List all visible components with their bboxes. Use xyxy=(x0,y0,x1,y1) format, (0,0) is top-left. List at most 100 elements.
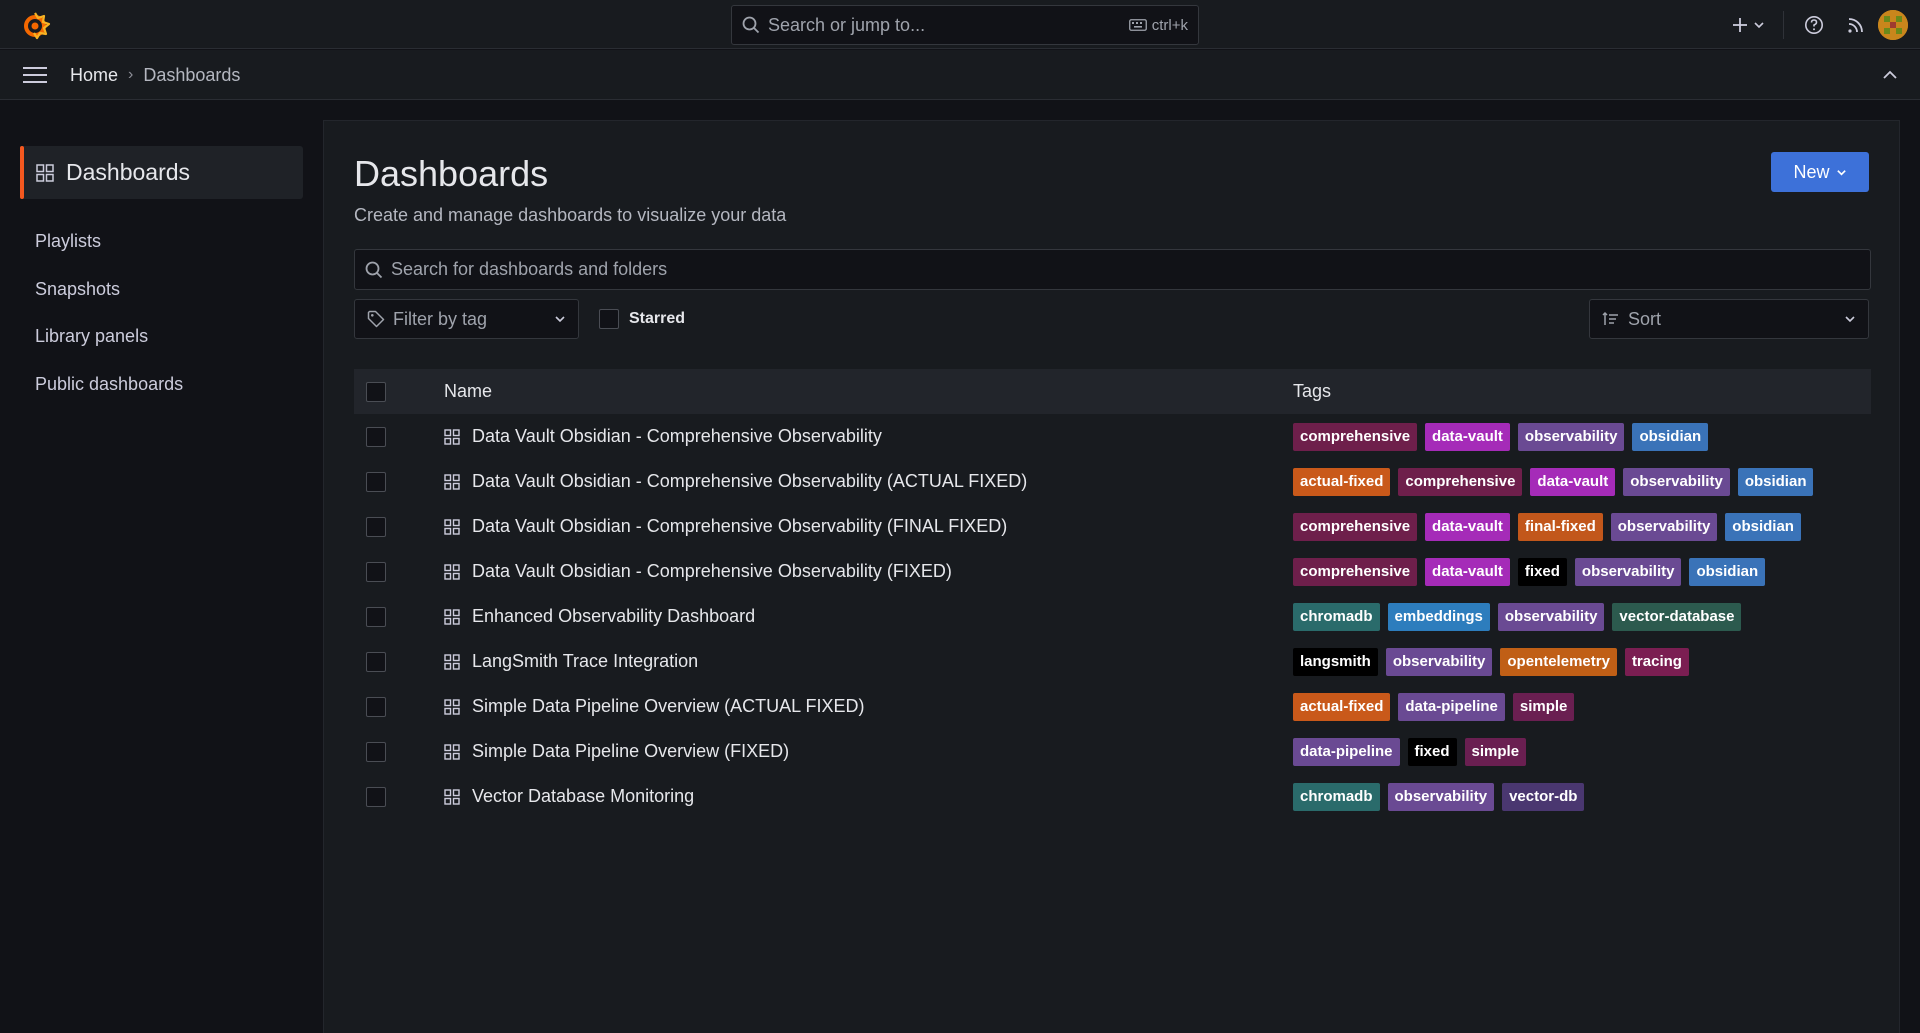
dashboard-link[interactable]: Data Vault Obsidian - Comprehensive Obse… xyxy=(472,414,882,459)
dashboard-grid-icon xyxy=(444,744,460,760)
row-checkbox[interactable] xyxy=(366,697,386,717)
news-feed-button[interactable] xyxy=(1834,0,1878,49)
tag-badge[interactable]: fixed xyxy=(1407,738,1457,766)
sidebar-item-library-panels[interactable]: Library panels xyxy=(35,326,148,347)
tag-badge[interactable]: observability xyxy=(1385,648,1493,676)
table-row[interactable]: Data Vault Obsidian - Comprehensive Obse… xyxy=(354,549,1871,594)
table-row[interactable]: LangSmith Trace Integration langsmith obse… xyxy=(354,639,1871,684)
table-row[interactable]: Simple Data Pipeline Overview (ACTUAL FI… xyxy=(354,684,1871,729)
dashboard-search-input[interactable]: Search for dashboards and folders xyxy=(354,249,1871,290)
dashboard-link[interactable]: Data Vault Obsidian - Comprehensive Obse… xyxy=(472,549,952,594)
sidebar-item-public-dashboards[interactable]: Public dashboards xyxy=(35,374,183,395)
tag-badge[interactable]: data-vault xyxy=(1425,513,1510,541)
tag-badge[interactable]: obsidian xyxy=(1737,468,1814,496)
row-checkbox[interactable] xyxy=(366,427,386,447)
table-row[interactable]: Data Vault Obsidian - Comprehensive Obse… xyxy=(354,504,1871,549)
row-checkbox[interactable] xyxy=(366,652,386,672)
user-avatar[interactable] xyxy=(1878,9,1908,40)
sort-select[interactable]: Sort xyxy=(1589,299,1869,339)
tag-badge[interactable]: simple xyxy=(1512,693,1575,721)
tag-badge[interactable]: observability xyxy=(1387,783,1495,811)
chevron-up-icon xyxy=(1883,70,1897,79)
tag-badge[interactable]: comprehensive xyxy=(1293,558,1418,586)
tag-badge[interactable]: observability xyxy=(1610,513,1718,541)
tag-badge[interactable]: observability xyxy=(1623,468,1730,496)
dashboard-link[interactable]: Data Vault Obsidian - Comprehensive Obse… xyxy=(472,459,1027,504)
help-button[interactable] xyxy=(1794,0,1834,49)
tag-badge[interactable]: actual-fixed xyxy=(1293,468,1391,496)
row-checkbox[interactable] xyxy=(366,742,386,762)
new-dashboard-button[interactable]: New xyxy=(1771,152,1869,192)
row-checkbox[interactable] xyxy=(366,607,386,627)
tag-list: data-pipeline fixed simple xyxy=(1293,738,1527,766)
starred-checkbox[interactable] xyxy=(599,309,619,329)
tag-badge[interactable]: data-vault xyxy=(1530,468,1616,496)
table-row[interactable]: Simple Data Pipeline Overview (FIXED) dat… xyxy=(354,729,1871,774)
tag-badge[interactable]: obsidian xyxy=(1725,513,1801,541)
row-checkbox[interactable] xyxy=(366,787,386,807)
dashboard-link[interactable]: LangSmith Trace Integration xyxy=(472,639,698,684)
add-new-button[interactable] xyxy=(1723,0,1773,49)
dashboard-grid-icon xyxy=(444,519,460,535)
sidebar-item-snapshots[interactable]: Snapshots xyxy=(35,279,120,300)
tag-badge[interactable]: fixed xyxy=(1517,558,1567,586)
tag-badge[interactable]: vector-database xyxy=(1612,603,1742,631)
tag-badge[interactable]: obsidian xyxy=(1632,423,1709,451)
tag-badge[interactable]: comprehensive xyxy=(1293,423,1418,451)
dashboard-grid-icon xyxy=(444,474,460,490)
tag-badge[interactable]: tracing xyxy=(1624,648,1689,676)
tag-badge[interactable]: obsidian xyxy=(1689,558,1766,586)
chevron-down-icon xyxy=(555,316,565,323)
dashboard-link[interactable]: Enhanced Observability Dashboard xyxy=(472,594,755,639)
tag-badge[interactable]: chromadb xyxy=(1293,603,1380,631)
dashboard-link[interactable]: Simple Data Pipeline Overview (FIXED) xyxy=(472,729,789,774)
dashboard-link[interactable]: Vector Database Monitoring xyxy=(472,774,694,819)
menu-toggle-button[interactable] xyxy=(22,64,48,86)
tag-badge[interactable]: observability xyxy=(1497,603,1605,631)
tag-badge[interactable]: data-pipeline xyxy=(1293,738,1400,766)
row-checkbox[interactable] xyxy=(366,472,386,492)
row-checkbox[interactable] xyxy=(366,562,386,582)
tag-badge[interactable]: embeddings xyxy=(1387,603,1490,631)
tag-list: comprehensive data-vault final-fixed observ… xyxy=(1293,513,1801,541)
dashboard-link[interactable]: Simple Data Pipeline Overview (ACTUAL FI… xyxy=(472,684,864,729)
tag-badge[interactable]: data-vault xyxy=(1425,423,1510,451)
global-search-input[interactable]: Search or jump to... ctrl+k xyxy=(731,5,1199,45)
table-row[interactable]: Vector Database Monitoring chromadb observ… xyxy=(354,774,1871,819)
tag-badge[interactable]: opentelemetry xyxy=(1500,648,1617,676)
collapse-header-button[interactable] xyxy=(1880,65,1900,85)
dashboard-link[interactable]: Data Vault Obsidian - Comprehensive Obse… xyxy=(472,504,1007,549)
select-all-checkbox[interactable] xyxy=(366,381,386,402)
dashboard-grid-icon xyxy=(444,429,460,445)
table-row[interactable]: Data Vault Obsidian - Comprehensive Obse… xyxy=(354,414,1871,459)
sidebar-item-playlists[interactable]: Playlists xyxy=(35,231,101,252)
sidebar-item-dashboards[interactable]: Dashboards xyxy=(20,146,303,199)
dashboard-grid-icon xyxy=(444,609,460,625)
keyboard-icon xyxy=(1128,19,1147,31)
tag-badge[interactable]: data-vault xyxy=(1425,558,1510,586)
tag-badge[interactable]: final-fixed xyxy=(1517,513,1603,541)
grafana-logo-icon[interactable] xyxy=(18,10,52,40)
tag-badge[interactable]: data-pipeline xyxy=(1398,693,1505,721)
table-row[interactable]: Data Vault Obsidian - Comprehensive Obse… xyxy=(354,459,1871,504)
rss-icon xyxy=(1848,17,1863,33)
tag-badge[interactable]: observability xyxy=(1574,558,1682,586)
row-checkbox[interactable] xyxy=(366,517,386,537)
table-row[interactable]: Enhanced Observability Dashboard chromadb… xyxy=(354,594,1871,639)
tag-badge[interactable]: langsmith xyxy=(1293,648,1378,676)
tag-badge[interactable]: vector-db xyxy=(1502,783,1585,811)
tag-badge[interactable]: chromadb xyxy=(1293,783,1380,811)
breadcrumb-bar: Home › Dashboards xyxy=(0,50,1920,100)
tag-badge[interactable]: simple xyxy=(1464,738,1527,766)
search-icon xyxy=(742,16,760,34)
tag-badge[interactable]: comprehensive xyxy=(1398,468,1523,496)
tag-filter-select[interactable]: Filter by tag xyxy=(354,299,579,339)
breadcrumb-current: Dashboards xyxy=(143,64,241,85)
tag-badge[interactable]: actual-fixed xyxy=(1293,693,1391,721)
avatar-pattern-icon xyxy=(1878,9,1908,40)
breadcrumb-separator: › xyxy=(128,66,134,83)
tag-badge[interactable]: observability xyxy=(1517,423,1625,451)
tag-badge[interactable]: comprehensive xyxy=(1293,513,1418,541)
starred-filter[interactable]: Starred xyxy=(599,299,685,339)
breadcrumb-home[interactable]: Home xyxy=(70,65,118,86)
